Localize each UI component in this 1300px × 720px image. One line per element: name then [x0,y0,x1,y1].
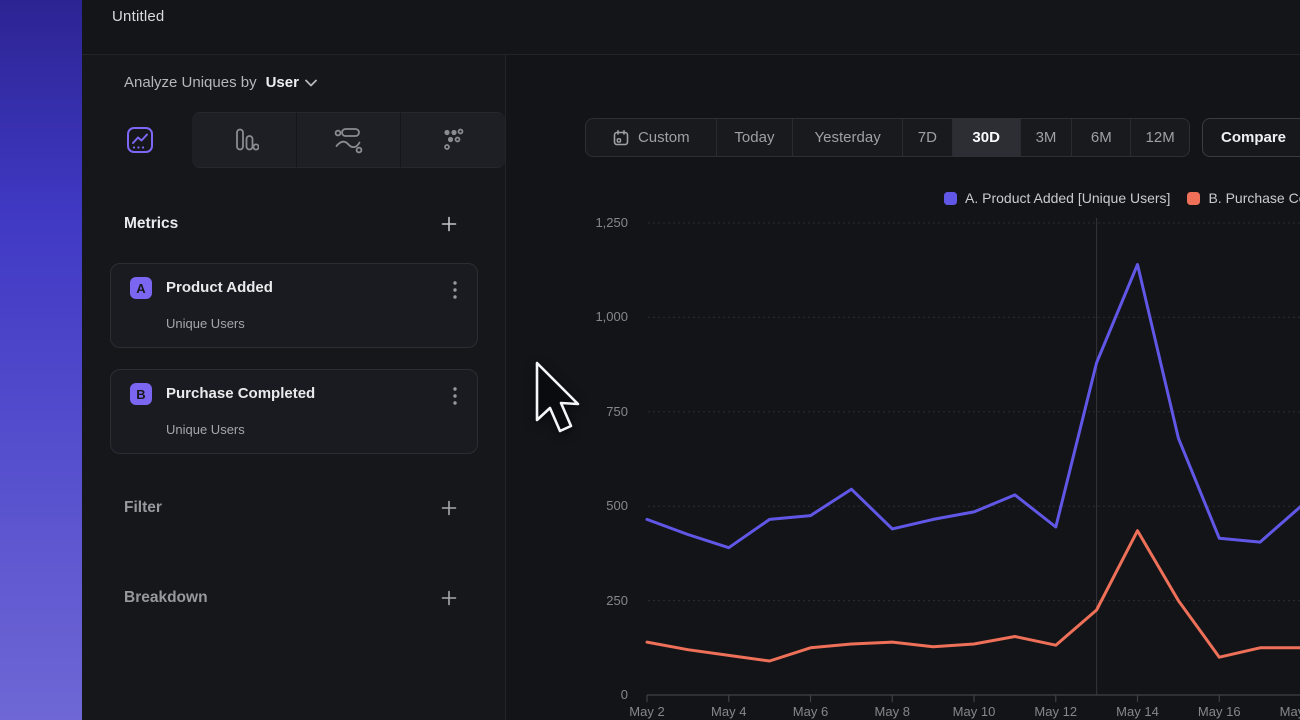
analyze-row: Analyze Uniques by User [124,74,317,91]
analyze-by-value: User [266,74,299,91]
metric-name: Product Added [166,279,273,296]
breakdown-title: Breakdown [124,589,208,607]
metric-options-button[interactable] [445,384,465,408]
query-sidebar: Analyze Uniques by User Metrics A Product… [82,55,506,720]
app-window: Untitled Analyze Uniques by User Metrics… [0,0,1300,720]
bar-chart-icon [229,126,259,154]
plus-icon [441,500,457,521]
line-chart-icon [125,126,155,154]
metric-card-a[interactable]: A Product Added Unique Users [110,263,478,348]
top-bar: Untitled [82,0,1300,55]
date-range-group: Custom Today Yesterday 7D 30D 3M 6M 12M [585,118,1190,157]
filter-title: Filter [124,499,162,517]
add-breakdown-button[interactable] [437,588,461,612]
chart-legend: A. Product Added [Unique Users] B. Purcha… [944,190,1300,206]
range-button-yesterday[interactable]: Yesterday [792,119,902,156]
left-gradient-strip [0,0,82,720]
calendar-icon [612,129,630,147]
range-button-label: 3M [1036,129,1057,146]
range-button-label: 7D [918,129,937,146]
metric-measure: Unique Users [166,422,245,437]
range-button-label: 12M [1146,129,1175,146]
chart-type-tab-flow[interactable] [296,112,401,168]
range-button-12m[interactable]: 12M [1130,119,1189,156]
line-chart [585,210,1300,710]
range-button-today[interactable]: Today [716,119,793,156]
compare-button[interactable]: Compare [1202,118,1300,157]
legend-swatch [1187,192,1200,205]
analyze-by-dropdown[interactable]: User [266,74,317,91]
range-button-30d[interactable]: 30D [952,119,1020,156]
add-filter-button[interactable] [437,498,461,522]
range-button-label: Today [734,129,774,146]
range-button-label: 30D [972,129,1000,146]
metric-options-button[interactable] [445,278,465,302]
breakdown-section: Breakdown [82,587,506,613]
legend-swatch [944,192,957,205]
legend-label: B. Purchase Completed [Unique Users] [1208,190,1300,206]
analyze-label: Analyze Uniques by [124,74,257,91]
range-button-3m[interactable]: 3M [1020,119,1072,156]
mouse-cursor [530,358,586,442]
legend-item-b[interactable]: B. Purchase Completed [Unique Users] [1187,190,1300,206]
metrics-title: Metrics [124,215,178,233]
flow-icon [333,126,363,154]
scatter-icon [438,126,468,154]
legend-item-a[interactable]: A. Product Added [Unique Users] [944,190,1170,206]
report-title[interactable]: Untitled [112,8,164,25]
chart-type-tabs [88,112,505,168]
range-button-7d[interactable]: 7D [902,119,952,156]
metric-measure: Unique Users [166,316,245,331]
filter-section: Filter [82,497,506,523]
metric-letter-badge: B [130,383,152,405]
chart-type-tab-bar-chart[interactable] [192,112,296,168]
plus-icon [441,590,457,611]
add-metric-button[interactable] [437,214,461,238]
metric-name: Purchase Completed [166,385,315,402]
metric-card-b[interactable]: B Purchase Completed Unique Users [110,369,478,454]
range-button-label: Yesterday [815,129,881,146]
range-button-custom[interactable]: Custom [586,119,716,156]
metric-letter-badge: A [130,277,152,299]
chart-type-tab-line-chart[interactable] [88,112,192,168]
chart-panel: Custom Today Yesterday 7D 30D 3M 6M 12M Compare… [506,55,1300,720]
compare-label: Compare [1221,129,1286,146]
kebab-icon [452,280,458,300]
chart-type-tab-scatter[interactable] [400,112,505,168]
legend-label: A. Product Added [Unique Users] [965,190,1170,206]
range-button-label: Custom [638,129,690,146]
chevron-down-icon [305,74,317,91]
kebab-icon [452,386,458,406]
range-button-label: 6M [1091,129,1112,146]
metrics-header: Metrics [82,213,506,239]
range-button-6m[interactable]: 6M [1071,119,1130,156]
plus-icon [441,216,457,237]
